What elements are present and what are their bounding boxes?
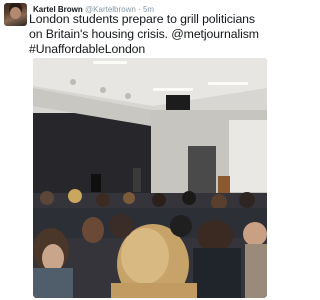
tweet-photo[interactable] <box>33 58 267 298</box>
tweet-text: London students prepare to grill politic… <box>29 12 259 56</box>
tweet-card[interactable]: Kartel Brown @Kartelbrown · 5m London st… <box>0 0 274 300</box>
avatar[interactable] <box>4 3 27 26</box>
photo-icon <box>33 58 267 298</box>
